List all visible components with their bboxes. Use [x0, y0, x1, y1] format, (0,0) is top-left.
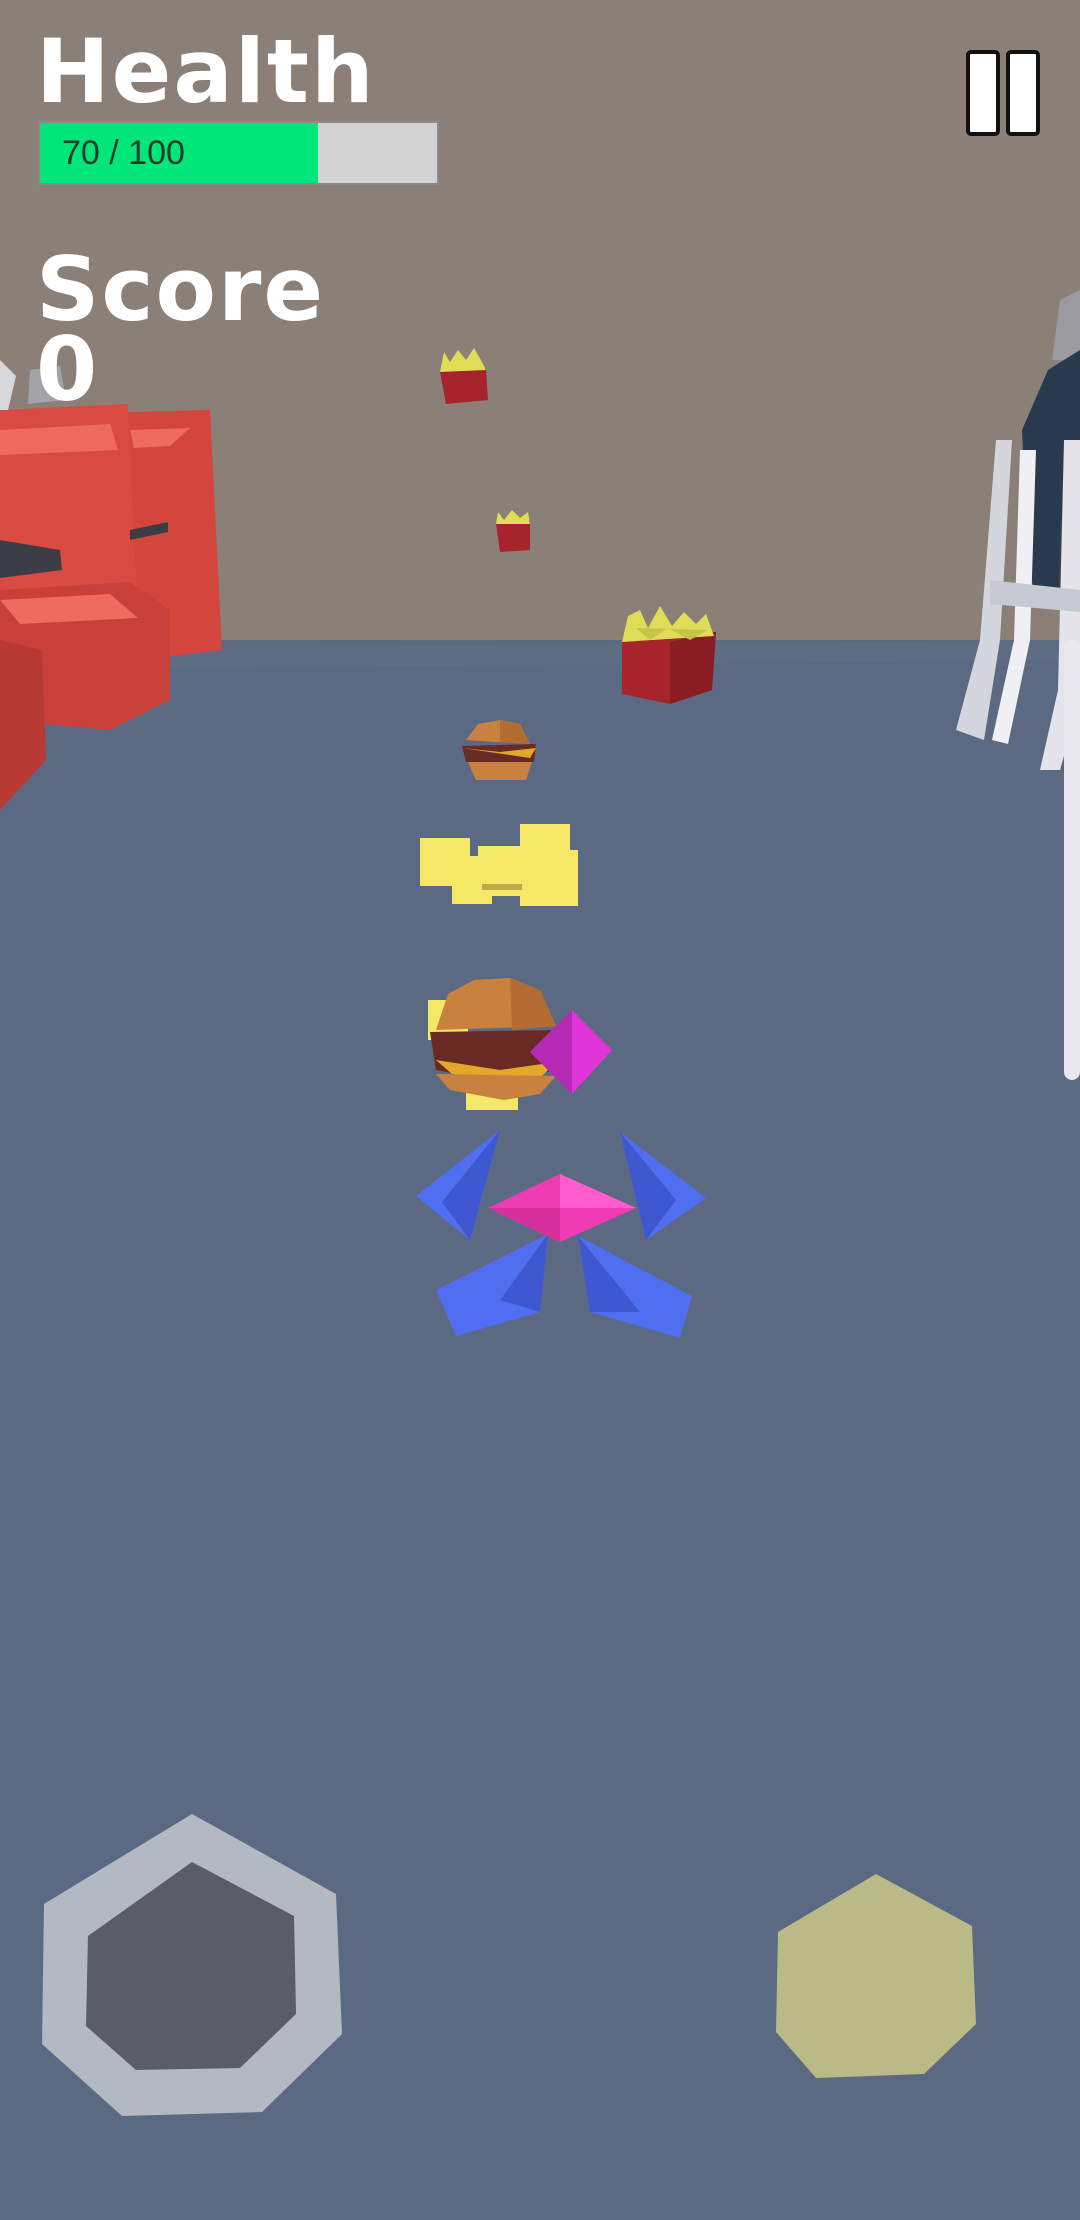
- virtual-joystick[interactable]: [40, 1812, 350, 2122]
- health-value-text: 70 / 100: [62, 134, 185, 172]
- score-value: 0: [36, 318, 100, 421]
- action-button[interactable]: [776, 1872, 976, 2082]
- burger-near: [430, 978, 560, 1100]
- pause-button[interactable]: [966, 50, 1042, 136]
- action-button-shape: [776, 1874, 976, 2078]
- fries-far-2: [496, 510, 530, 552]
- health-label: Health: [36, 20, 376, 123]
- health-bar: 70 / 100: [38, 121, 439, 185]
